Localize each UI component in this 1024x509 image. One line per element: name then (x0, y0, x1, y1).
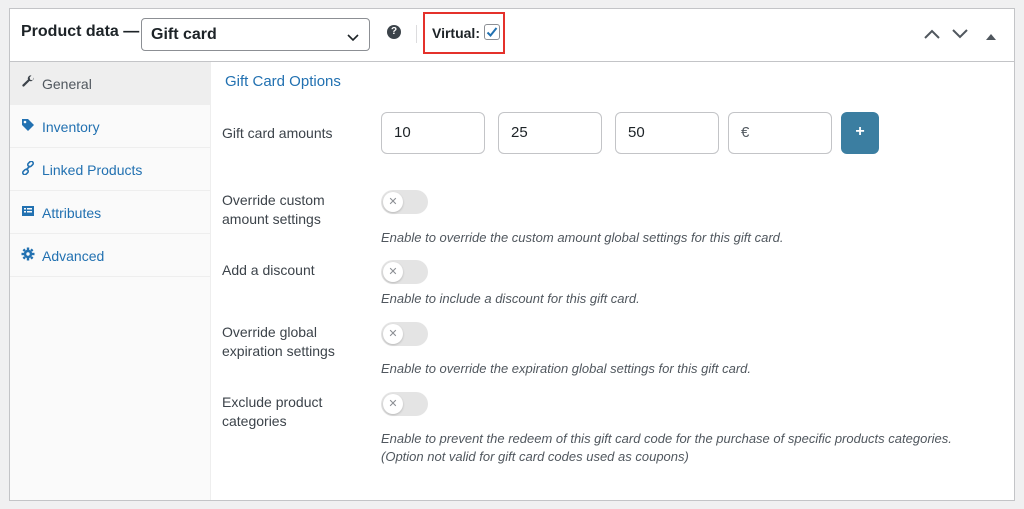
tab-inventory[interactable]: Inventory (10, 105, 210, 148)
product-type-select[interactable]: Gift card (141, 18, 370, 51)
product-type-value: Gift card (151, 26, 217, 43)
tab-label: Advanced (42, 248, 105, 264)
tab-label: Attributes (42, 205, 102, 221)
close-icon: ✕ (383, 262, 403, 282)
virtual-checkbox[interactable] (484, 24, 500, 40)
amount-input-1[interactable]: 10 (381, 112, 485, 154)
tab-attributes[interactable]: Attributes (10, 191, 210, 234)
setting-description: Enable to prevent the redeem of this gif… (381, 431, 952, 464)
chevron-up-icon[interactable] (924, 26, 940, 44)
toggle-switch[interactable]: ✕ (381, 260, 428, 284)
section-title: Gift Card Options (225, 73, 341, 90)
setting-label: Exclude product categories (222, 394, 323, 429)
checkmark-icon (486, 27, 498, 37)
close-icon: ✕ (383, 394, 403, 414)
tab-general[interactable]: General (10, 62, 210, 105)
tab-linked-products[interactable]: Linked Products (10, 148, 210, 191)
toggle-switch[interactable]: ✕ (381, 190, 428, 214)
tab-label: Linked Products (42, 162, 143, 178)
virtual-option: Virtual: (423, 12, 505, 54)
setting-label: Override custom amount settings (222, 192, 325, 227)
tab-label: General (42, 76, 92, 92)
list-icon (21, 204, 35, 218)
amount-input-2[interactable]: 25 (498, 112, 602, 154)
setting-description: Enable to override the expiration global… (381, 361, 751, 376)
close-icon: ✕ (383, 192, 403, 212)
tab-advanced[interactable]: Advanced (10, 234, 210, 277)
tab-label: Inventory (42, 119, 100, 135)
link-icon (21, 160, 35, 176)
virtual-label: Virtual: (432, 25, 480, 41)
toggle-switch[interactable]: ✕ (381, 322, 428, 346)
toggle-switch[interactable]: ✕ (381, 392, 428, 416)
product-data-panel: Product data — Gift card ? Virtual: Gene… (9, 8, 1015, 501)
gear-icon (21, 247, 35, 261)
panel-header: Product data — Gift card ? Virtual: (10, 9, 1014, 62)
chevron-down-icon[interactable] (952, 26, 968, 44)
gift-card-amounts-label: Gift card amounts (222, 125, 333, 141)
setting-description: Enable to override the custom amount glo… (381, 230, 784, 245)
add-amount-button[interactable]: + (841, 112, 879, 154)
new-amount-input[interactable]: € (728, 112, 832, 154)
panel-controls (924, 26, 1004, 46)
setting-label: Add a discount (222, 262, 315, 278)
chevron-down-icon (347, 29, 359, 47)
setting-label: Override global expiration settings (222, 324, 335, 359)
general-panel: Gift Card Options Gift card amounts 10 2… (212, 62, 1014, 500)
divider (416, 25, 417, 43)
wrench-icon (21, 75, 35, 89)
close-icon: ✕ (383, 324, 403, 344)
tag-icon (21, 118, 35, 132)
help-icon[interactable]: ? (387, 25, 401, 39)
amount-input-3[interactable]: 50 (615, 112, 719, 154)
setting-description: Enable to include a discount for this gi… (381, 291, 640, 306)
product-data-tabs: General Inventory Linked Products Attrib… (10, 62, 211, 500)
collapse-arrow-icon[interactable] (986, 27, 996, 45)
panel-title: Product data — (21, 23, 140, 40)
